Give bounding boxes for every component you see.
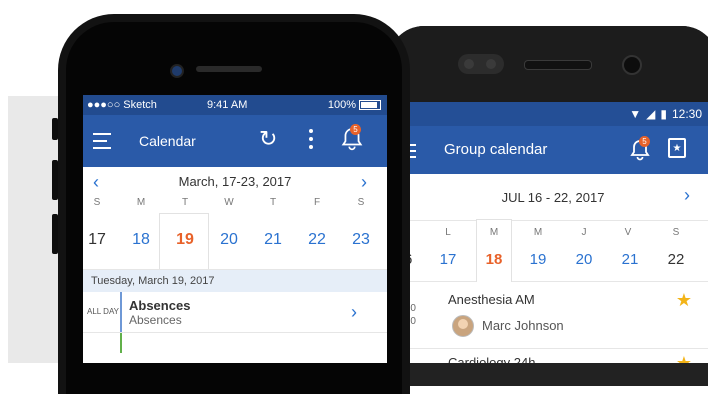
android-top-bezel [388, 26, 708, 104]
notification-bell-icon[interactable]: 5 [630, 136, 650, 161]
weekday-letter: L [445, 227, 451, 238]
speaker-grille [196, 66, 262, 72]
event-person: Marc Johnson [482, 318, 564, 333]
battery-icon: ▮ [660, 107, 667, 121]
notification-bell-icon[interactable]: 5 [341, 124, 363, 151]
front-camera-icon [622, 55, 642, 75]
event-name: Cardiology 24h [448, 355, 536, 363]
event-color-bar [120, 292, 122, 332]
battery-percent: 100% [327, 99, 356, 111]
wifi-icon: ▼ [629, 107, 642, 121]
previous-week-chevron-icon[interactable]: ‹ [93, 167, 99, 197]
event-color-bar [120, 333, 122, 353]
day-number[interactable]: 19 [518, 251, 558, 268]
menu-icon[interactable] [93, 133, 111, 154]
ios-status-bar: ●●●○○ Sketch 9:41 AM 100% [83, 95, 387, 115]
android-app-bar: Group calendar 5 ★ [398, 126, 708, 174]
selected-day-number[interactable]: 18 [474, 251, 514, 268]
weekday-letter: F [313, 197, 321, 208]
weekday-letter: M [533, 227, 543, 238]
day-number[interactable]: 18 [121, 231, 161, 249]
weekday-letter: W [224, 197, 234, 208]
week-strip: S M T W T F S 17 18 19 20 21 22 23 [83, 197, 387, 270]
next-week-chevron-icon[interactable]: › [361, 167, 367, 197]
day-number[interactable]: 17 [428, 251, 468, 268]
star-icon[interactable]: ★ [676, 290, 692, 311]
week-strip: D L M M J V S 16 17 18 19 20 21 22 [398, 219, 708, 282]
weekday-letter: J [581, 227, 587, 238]
android-status-bar: ▼ ◢ ▮ 12:30 [398, 102, 708, 126]
day-number[interactable]: 23 [341, 231, 381, 249]
weekday-letter: S [357, 197, 365, 208]
day-number[interactable]: 20 [209, 231, 249, 249]
speaker-grille [524, 60, 592, 70]
battery-icon [359, 100, 381, 111]
refresh-icon[interactable]: ↻ [259, 127, 277, 151]
day-number[interactable]: 21 [253, 231, 293, 249]
event-row[interactable] [83, 333, 387, 353]
week-range-label: JUL 16 - 22, 2017 [501, 189, 605, 205]
all-day-label: ALL DAY [87, 307, 120, 316]
front-camera-icon [170, 64, 184, 78]
avatar [452, 315, 474, 337]
star-icon[interactable]: ★ [676, 353, 692, 363]
week-range-header: JUL 16 - 22, 2017 › [398, 174, 708, 221]
event-name: Anesthesia AM [448, 292, 535, 307]
notification-badge: 5 [350, 124, 361, 135]
event-row[interactable]: :00:00 Anesthesia AM Marc Johnson ★ [398, 282, 708, 349]
weekday-letter: T [269, 197, 277, 208]
weekday-letter: S [672, 227, 680, 238]
ios-app-bar: Calendar ↻ 5 [83, 115, 387, 167]
notification-badge: 5 [639, 136, 650, 147]
weekday-letter: M [489, 227, 499, 238]
favorites-calendar-icon[interactable]: ★ [668, 138, 686, 158]
week-range-header: ‹ March, 17-23, 2017 › [83, 167, 387, 197]
weekday-letter: T [181, 197, 189, 208]
event-row[interactable]: ALL DAY Absences Absences › [83, 292, 387, 333]
day-number[interactable]: 21 [610, 251, 650, 268]
next-week-chevron-icon[interactable]: › [684, 185, 690, 206]
event-row[interactable]: Cardiology 24h ★ [398, 349, 708, 363]
day-number[interactable]: 20 [564, 251, 604, 268]
day-number[interactable]: 22 [656, 251, 696, 268]
page-title: Calendar [139, 133, 196, 149]
day-header: Tuesday, March 19, 2017 [83, 270, 387, 292]
battery-indicator: 100% [328, 99, 381, 111]
event-subtitle: Absences [129, 313, 182, 327]
weekday-letter: V [624, 227, 632, 238]
status-time: 9:41 AM [207, 99, 248, 111]
weekday-letter: M [136, 197, 146, 208]
android-screen: ▼ ◢ ▮ 12:30 Group calendar 5 ★ JUL 16 - … [398, 102, 708, 363]
page-title: Group calendar [444, 141, 548, 158]
event-title: Absences [129, 298, 191, 313]
status-time: 12:30 [671, 107, 702, 121]
more-options-icon[interactable] [309, 129, 313, 153]
carrier-label: ●●●○○ Sketch [87, 99, 157, 111]
weekday-letter: S [93, 197, 101, 208]
week-range-label: March, 17-23, 2017 [178, 174, 292, 189]
sensor-icon [458, 54, 504, 74]
day-number[interactable]: 22 [297, 231, 337, 249]
selected-day-number[interactable]: 19 [165, 231, 205, 249]
chevron-right-icon[interactable]: › [351, 302, 357, 323]
iphone-screen: ●●●○○ Sketch 9:41 AM 100% Calendar ↻ 5 ‹… [83, 95, 387, 363]
day-number[interactable]: 17 [83, 231, 117, 249]
signal-icon: ◢ [646, 107, 656, 121]
